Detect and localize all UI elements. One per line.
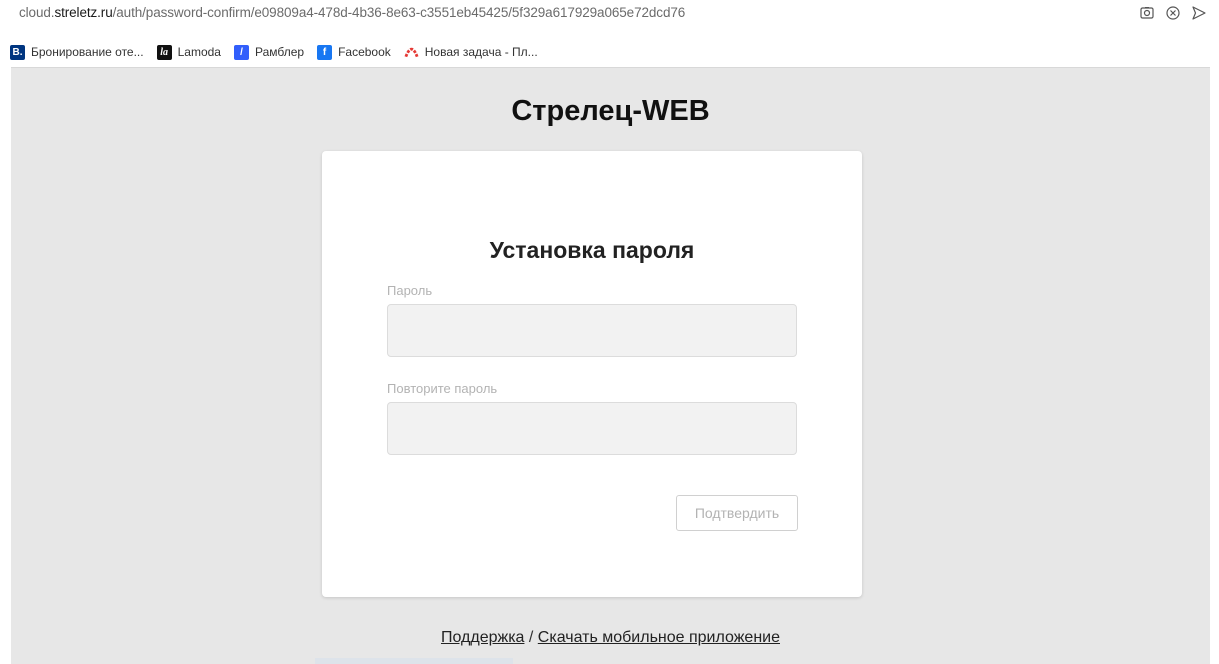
address-bar[interactable]: cloud.streletz.ru/auth/password-confirm/…: [0, 0, 1219, 30]
booking-icon: B.: [10, 44, 25, 60]
rambler-icon: /: [233, 44, 249, 60]
form-title: Установка пароля: [489, 237, 695, 263]
bookmark-rambler[interactable]: / Рамблер: [233, 44, 305, 60]
bookmark-label: Facebook: [338, 45, 391, 59]
bookmark-label: Рамблер: [254, 45, 305, 59]
confirm-button[interactable]: Подтвердить: [676, 495, 798, 531]
url-path: /auth/password-confirm/e09809a4-478d-4b3…: [112, 5, 686, 20]
password-form-card: Установка пароля Пароль Повторите пароль…: [322, 151, 862, 597]
password-input[interactable]: [387, 304, 797, 357]
bookmark-lamoda[interactable]: la Lamoda: [156, 44, 221, 60]
password-label: Пароль: [387, 283, 433, 298]
lamoda-icon: la: [156, 44, 172, 60]
footer-links: Поддержка / Скачать мобильное приложение: [11, 629, 1210, 647]
bookmark-label: Lamoda: [177, 45, 221, 59]
url-prefix: cloud.: [19, 5, 55, 20]
url-domain: streletz.ru: [54, 5, 113, 20]
bookmark-booking[interactable]: B. Бронирование оте...: [10, 44, 144, 60]
page-content: Стрелец-WEB Установка пароля Пароль Повт…: [11, 67, 1210, 664]
download-app-link[interactable]: Скачать мобильное приложение: [538, 629, 780, 646]
bookmark-planfix[interactable]: Новая задача - Пл...: [404, 45, 538, 60]
url-text[interactable]: cloud.streletz.ru/auth/password-confirm/…: [19, 5, 685, 20]
bookmark-label: Новая задача - Пл...: [424, 45, 538, 59]
screenshot-icon[interactable]: [1139, 5, 1155, 21]
close-circle-icon[interactable]: [1165, 5, 1181, 21]
bookmark-label: Бронирование оте...: [31, 45, 144, 59]
facebook-icon: f: [317, 44, 333, 60]
support-link[interactable]: Поддержка: [441, 629, 524, 646]
footer-highlight: [315, 658, 513, 664]
send-icon[interactable]: [1191, 5, 1207, 21]
app-brand: Стрелец-WEB: [511, 95, 710, 127]
confirm-password-input[interactable]: [387, 402, 797, 455]
footer-separator: /: [524, 629, 538, 646]
planfix-icon: [404, 45, 419, 60]
bookmark-facebook[interactable]: f Facebook: [317, 44, 391, 60]
confirm-password-label: Повторите пароль: [387, 381, 498, 396]
bookmarks-bar: B. Бронирование оте... la Lamoda / Рамбл…: [0, 38, 1219, 66]
